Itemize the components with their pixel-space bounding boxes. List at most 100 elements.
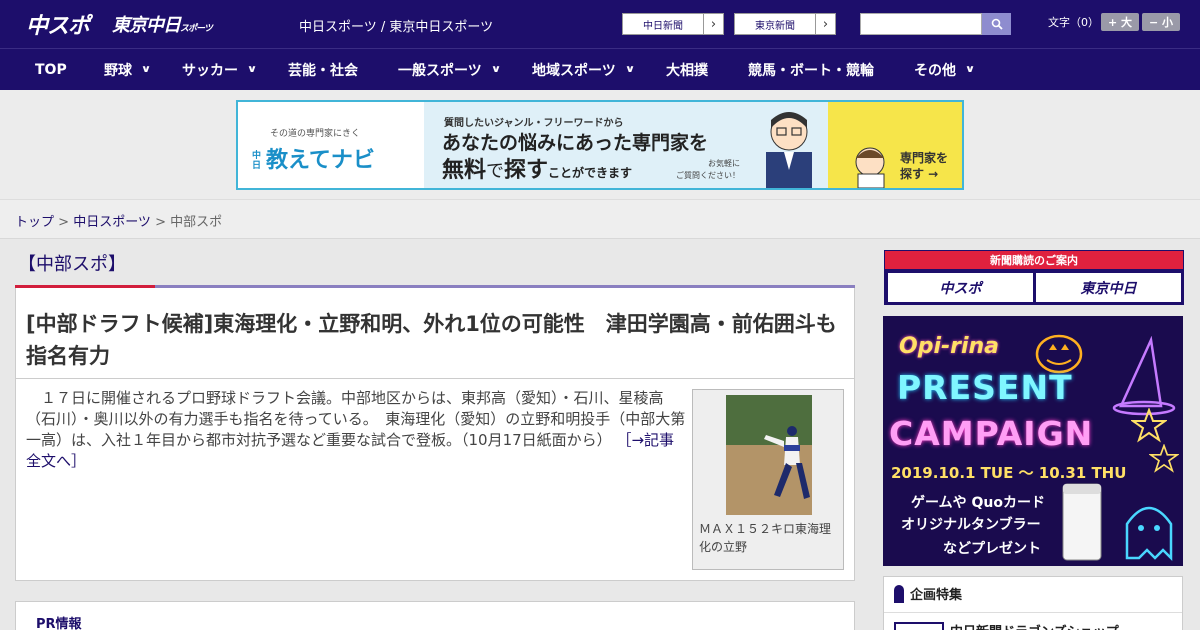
main-nav: TOP 野球 ∨ サッカー ∨ 芸能・社会 一般スポーツ ∨ 地域スポーツ ∨ 大相撲 … bbox=[0, 48, 1200, 90]
nav-label: 一般スポーツ bbox=[398, 62, 482, 79]
ad-brand-panel: その道の専門家にきく 中日 教えてナビ bbox=[238, 102, 424, 188]
campaign-gift3: などプレゼント bbox=[943, 541, 1041, 557]
nav-label: 競馬・ボート・競輪 bbox=[748, 62, 874, 79]
star-icon bbox=[1149, 444, 1179, 473]
ad-brand: 中日 教えてナビ bbox=[252, 142, 375, 174]
headline-divider bbox=[16, 378, 854, 379]
pitcher-image bbox=[726, 395, 812, 515]
breadcrumb: トップ > 中日スポーツ > 中部スポ bbox=[15, 211, 222, 230]
ribbon-icon bbox=[894, 584, 904, 603]
ad-brand-name: 教えてナビ bbox=[266, 148, 375, 173]
witch-hat-icon bbox=[1112, 336, 1176, 416]
breadcrumb-section-link[interactable]: 中日スポーツ bbox=[73, 215, 151, 230]
nav-label: その他 bbox=[914, 62, 956, 79]
nav-item-racing[interactable]: 競馬・ボート・競輪 bbox=[748, 49, 874, 90]
chunichi-shimbun-button[interactable]: 中日新聞 › bbox=[622, 13, 724, 35]
nav-item-baseball[interactable]: 野球 ∨ bbox=[104, 49, 152, 90]
breadcrumb-current: 中部スポ bbox=[170, 215, 223, 230]
tokyo-shimbun-label: 東京新聞 bbox=[755, 20, 795, 32]
campaign-gift2: オリジナルタンブラー bbox=[901, 517, 1041, 533]
site-header: 中スポ 東京中日スポーツ 中日スポーツ / 東京中日スポーツ 中日新聞 › 東京… bbox=[0, 0, 1200, 48]
chevron-down-icon: ∨ bbox=[490, 64, 502, 75]
nav-label: サッカー bbox=[182, 62, 238, 79]
title-divider bbox=[15, 285, 855, 288]
subscription-promo[interactable]: 新聞購読のご案内 中スポ 東京中日 bbox=[884, 250, 1184, 305]
tokyo-logo-text: 東京中日 bbox=[112, 15, 181, 36]
search-icon bbox=[991, 18, 1003, 30]
ad-cta2: 探す → bbox=[900, 167, 939, 181]
ad-free-text: 無料 bbox=[442, 158, 487, 183]
feature-header: 企画特集 bbox=[894, 584, 962, 603]
font-smaller-button[interactable]: − 小 bbox=[1142, 13, 1180, 31]
nav-label: 地域スポーツ bbox=[532, 62, 616, 79]
nav-item-soccer[interactable]: サッカー ∨ bbox=[182, 49, 258, 90]
feature-title: 企画特集 bbox=[910, 588, 963, 603]
opirina-campaign-ad[interactable]: Opi-rina PRESENT CAMPAIGN 2019.10.1 TUE … bbox=[883, 316, 1183, 566]
article-lead: １７日に開催されるプロ野球ドラフト会議。中部地区からは、東邦高（愛知）・石川、星… bbox=[26, 388, 686, 472]
ad-line2: あなたの悩みにあった専門家を bbox=[442, 132, 709, 154]
breadcrumb-sep: > bbox=[54, 215, 74, 230]
breadcrumb-home-link[interactable]: トップ bbox=[15, 215, 54, 230]
ad-cta: 専門家を探す → bbox=[900, 150, 948, 182]
nav-label: 大相撲 bbox=[666, 62, 708, 79]
nav-item-other[interactable]: その他 ∨ bbox=[914, 49, 976, 90]
ad-de-text: で bbox=[486, 161, 505, 182]
campaign-line1: PRESENT bbox=[897, 368, 1073, 407]
article-lead-text: １７日に開催されるプロ野球ドラフト会議。中部地区からは、東邦高（愛知）・石川、星… bbox=[26, 389, 686, 449]
feature-item-dragons-shop[interactable]: 中日新聞ドラゴンズショップ bbox=[950, 621, 1119, 630]
tumbler-icon bbox=[1062, 483, 1102, 561]
subscribe-chuspo-link[interactable]: 中スポ bbox=[888, 273, 1033, 302]
nav-item-general-sports[interactable]: 一般スポーツ ∨ bbox=[398, 49, 502, 90]
nav-item-sumo[interactable]: 大相撲 bbox=[666, 49, 708, 90]
ad-cta1: 専門家を bbox=[900, 151, 949, 165]
pr-box bbox=[15, 601, 855, 630]
expert-illustration bbox=[766, 112, 812, 188]
campaign-gift1: ゲームや Quoカード bbox=[911, 495, 1045, 511]
font-size-label: 文字（0） bbox=[1048, 16, 1099, 29]
ad-line3: 無料で探すことができます bbox=[442, 152, 632, 184]
chevron-down-icon: ∨ bbox=[964, 64, 976, 75]
ad-cta-panel[interactable]: 専門家を探す → bbox=[828, 102, 962, 188]
chevron-down-icon: ∨ bbox=[624, 64, 636, 75]
font-larger-button[interactable]: + 大 bbox=[1101, 13, 1139, 31]
nav-item-local-sports[interactable]: 地域スポーツ ∨ bbox=[532, 49, 636, 90]
breadcrumb-sep: > bbox=[150, 215, 171, 230]
star-icon bbox=[1131, 408, 1167, 443]
ad-note1: お気軽に bbox=[708, 159, 740, 168]
article-headline: [中部ドラフト候補]東海理化・立野和明、外れ1位の可能性 津田学園高・前佑囲斗も… bbox=[26, 312, 837, 368]
nav-label: 芸能・社会 bbox=[288, 62, 358, 79]
ad-brand-sub: その道の専門家にきく bbox=[270, 129, 361, 139]
nav-item-entertainment[interactable]: 芸能・社会 bbox=[288, 49, 358, 90]
subscription-title: 新聞購読のご案内 bbox=[885, 251, 1183, 269]
tokyo-chunichi-logo[interactable]: 東京中日スポーツ bbox=[112, 11, 213, 37]
pr-label: PR情報 bbox=[36, 617, 82, 630]
search-input[interactable] bbox=[860, 13, 982, 35]
site-links[interactable]: 中日スポーツ / 東京中日スポーツ bbox=[299, 16, 493, 35]
chevron-right-icon: › bbox=[815, 14, 835, 34]
dragons-shop-thumbnail[interactable] bbox=[894, 622, 944, 630]
feature-divider bbox=[884, 612, 1182, 613]
oshiete-navi-ad-banner[interactable]: その道の専門家にきく 中日 教えてナビ 質問したいジャンル・フリーワードから あな… bbox=[236, 100, 964, 190]
thinking-person-icon bbox=[855, 147, 885, 188]
tokyo-shimbun-button[interactable]: 東京新聞 › bbox=[734, 13, 836, 35]
nav-label: TOP bbox=[35, 61, 67, 78]
nav-item-top[interactable]: TOP bbox=[35, 49, 67, 90]
chunichi-shimbun-label: 中日新聞 bbox=[643, 20, 683, 32]
ad-brand-small: 中日 bbox=[252, 151, 262, 171]
ad-note2: ご質問ください！ bbox=[676, 171, 740, 180]
section-title: 【中部スポ】 bbox=[18, 254, 126, 275]
search-button[interactable] bbox=[982, 13, 1011, 35]
ad-copy-panel: 質問したいジャンル・フリーワードから あなたの悩みにあった専門家を 無料で探すこ… bbox=[424, 102, 828, 188]
chevron-down-icon: ∨ bbox=[140, 64, 152, 75]
ad-search-text: 探す bbox=[504, 158, 549, 183]
subscribe-tokyo-chunichi-link[interactable]: 東京中日 bbox=[1036, 273, 1181, 302]
ad-can-text: ことができます bbox=[548, 166, 633, 180]
pitcher-photo[interactable] bbox=[726, 395, 812, 515]
article-photo-box[interactable]: ＭＡＸ１５２キロ東海理化の立野 bbox=[692, 389, 844, 570]
campaign-line2: CAMPAIGN bbox=[889, 414, 1094, 453]
chuspo-logo[interactable]: 中スポ bbox=[26, 8, 90, 40]
tokyo-logo-small: スポーツ bbox=[180, 24, 213, 34]
ghost-icon bbox=[1125, 506, 1173, 562]
ad-line1: 質問したいジャンル・フリーワードから bbox=[444, 118, 624, 129]
chevron-down-icon: ∨ bbox=[246, 64, 258, 75]
